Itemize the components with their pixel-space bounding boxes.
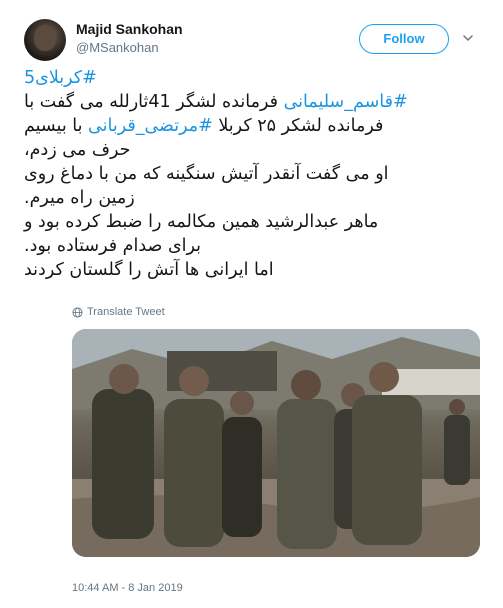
author-handle[interactable]: @MSankohan [76, 40, 159, 55]
author-display-name[interactable]: Majid Sankohan [76, 21, 183, 37]
follow-button[interactable]: Follow [359, 24, 449, 54]
tweet-line: ماهر عبدالرشید همین مکالمه را ضبط کرده ب… [24, 212, 379, 232]
avatar[interactable] [24, 19, 66, 61]
photo-illustration [72, 329, 480, 557]
hashtag-link[interactable]: #قاسم_سلیمانی [284, 92, 408, 112]
tweet-line: #قاسم_سلیمانی فرمانده لشگر 41ثارلله می گ… [24, 90, 480, 114]
hashtag-link[interactable]: #کربلای5 [24, 68, 97, 88]
tweet-line: فرمانده لشکر ۲۵ کربلا #مرتضی_قربانی با ب… [24, 114, 480, 138]
tweet-timestamp[interactable]: 10:44 AM - 8 Jan 2019 [72, 582, 183, 594]
tweet-card: Majid Sankohan @MSankohan Follow #کربلای… [0, 0, 503, 608]
tweet-line: #کربلای5 [24, 66, 480, 90]
tweet-line: برای صدام فرستاده بود. [24, 236, 202, 256]
hashtag-link[interactable]: #مرتضی_قربانی [88, 116, 213, 136]
tweet-line-text: فرمانده لشگر 41ثارلله می گفت با [24, 92, 284, 112]
globe-icon [72, 306, 83, 318]
tweet-line-text: با بیسیم [24, 116, 89, 136]
translate-tweet-link[interactable]: Translate Tweet [72, 306, 165, 318]
tweet-line: زمین راه میرم. [24, 188, 135, 208]
chevron-down-icon[interactable] [463, 33, 473, 43]
tweet-line: اما ایرانی ها آتش را گلستان کردند [24, 260, 274, 280]
tweet-line-text: فرمانده لشکر ۲۵ کربلا [212, 116, 384, 136]
tweet-line: او می گفت آنقدر آتیش سنگینه که من با دما… [24, 164, 389, 184]
tweet-text: #کربلای5 #قاسم_سلیمانی فرمانده لشگر 41ثا… [24, 66, 480, 282]
tweet-photo[interactable] [72, 329, 480, 557]
translate-tweet-label: Translate Tweet [87, 306, 165, 318]
tweet-line: حرف می زدم، [24, 140, 131, 160]
